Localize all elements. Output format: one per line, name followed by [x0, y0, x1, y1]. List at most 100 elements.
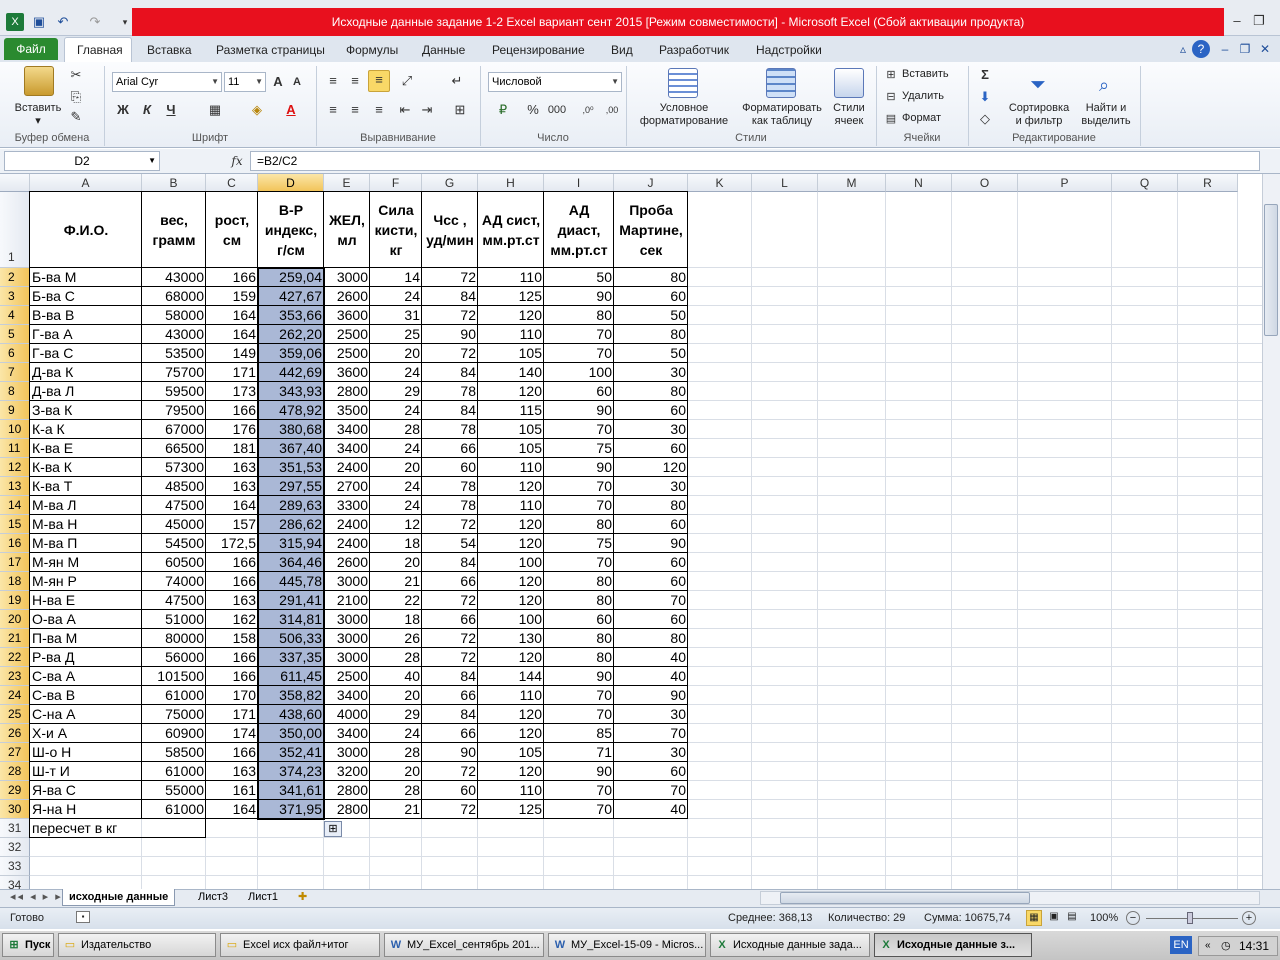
table-cell[interactable]: 3400 [324, 439, 370, 458]
excel-app-icon[interactable]: X [6, 13, 24, 31]
table-cell[interactable]: Б-ва С [30, 287, 142, 306]
table-cell[interactable]: 58000 [142, 306, 206, 325]
percent-icon[interactable]: % [524, 101, 542, 119]
table-cell[interactable]: 140 [478, 363, 544, 382]
table-cell[interactable]: 50 [614, 344, 688, 363]
row-header[interactable]: 10 [0, 420, 30, 439]
cut-icon[interactable]: ✂ [68, 66, 84, 84]
table-header-cell[interactable]: АД сист, мм.рт.ст [478, 192, 544, 268]
table-cell[interactable]: О-ва А [30, 610, 142, 629]
table-cell[interactable]: 337,35 [258, 648, 324, 667]
normal-view-icon[interactable]: ▦ [1026, 910, 1042, 926]
table-cell[interactable]: 47500 [142, 591, 206, 610]
table-cell[interactable]: 20 [370, 458, 422, 477]
table-cell[interactable]: 364,46 [258, 553, 324, 572]
table-cell[interactable]: 2800 [324, 382, 370, 401]
format-as-table-icon[interactable] [766, 68, 796, 98]
tab-addins[interactable]: Надстройки [756, 40, 822, 60]
orientation-icon[interactable]: ⤢ [396, 72, 418, 90]
column-header[interactable]: P [1018, 174, 1112, 192]
table-cell[interactable]: Я-ва С [30, 781, 142, 800]
row-header[interactable]: 14 [0, 496, 30, 515]
cell-styles-button[interactable]: Стили ячеек [826, 102, 872, 128]
table-cell[interactable]: 70 [544, 344, 614, 363]
row-header[interactable]: 27 [0, 743, 30, 762]
table-cell[interactable]: 359,06 [258, 344, 324, 363]
table-cell[interactable]: 3400 [324, 686, 370, 705]
table-cell[interactable]: 70 [544, 800, 614, 819]
table-cell[interactable]: 70 [544, 496, 614, 515]
insert-function-icon[interactable]: fx [226, 151, 248, 171]
table-cell[interactable]: 297,55 [258, 477, 324, 496]
table-cell[interactable]: 2600 [324, 553, 370, 572]
table-cell[interactable]: 70 [544, 781, 614, 800]
increase-indent-icon[interactable]: ⇥ [418, 101, 436, 119]
table-cell[interactable]: 170 [206, 686, 258, 705]
table-cell[interactable]: 3000 [324, 648, 370, 667]
table-cell[interactable]: Н-ва Е [30, 591, 142, 610]
taskbar-item[interactable]: W МУ_Excel_сентябрь 201... [384, 933, 544, 957]
table-header-cell[interactable]: вес, грамм [142, 192, 206, 268]
conditional-format-icon[interactable] [668, 68, 698, 98]
table-cell[interactable]: 427,67 [258, 287, 324, 306]
copy-icon[interactable]: ⎘ [68, 88, 84, 106]
column-header[interactable]: O [952, 174, 1018, 192]
tab-review[interactable]: Рецензирование [492, 40, 585, 60]
table-cell[interactable]: 24 [370, 496, 422, 515]
table-cell[interactable]: 2500 [324, 344, 370, 363]
table-cell[interactable]: 351,53 [258, 458, 324, 477]
table-cell[interactable]: 66 [422, 439, 478, 458]
column-header[interactable]: B [142, 174, 206, 192]
zoom-out-icon[interactable]: − [1126, 911, 1140, 925]
table-cell[interactable]: 60 [614, 553, 688, 572]
tab-page-layout[interactable]: Разметка страницы [216, 40, 325, 60]
table-cell[interactable]: 30 [614, 705, 688, 724]
table-cell[interactable]: М-ва П [30, 534, 142, 553]
table-cell[interactable]: 24 [370, 477, 422, 496]
table-cell[interactable]: 66 [422, 724, 478, 743]
table-cell[interactable]: 120 [478, 477, 544, 496]
table-cell[interactable]: 48500 [142, 477, 206, 496]
table-cell[interactable]: 68000 [142, 287, 206, 306]
table-cell[interactable]: 90 [544, 458, 614, 477]
format-as-table-button[interactable]: Форматировать как таблицу [738, 102, 826, 128]
fill-color-icon[interactable]: ◈ [246, 101, 268, 119]
font-size-combo[interactable]: 11 ▼ [224, 72, 266, 92]
tab-file[interactable]: Файл [4, 38, 58, 60]
column-header[interactable]: L [752, 174, 818, 192]
table-cell[interactable]: 61000 [142, 762, 206, 781]
column-header[interactable]: H [478, 174, 544, 192]
table-cell[interactable]: 100 [478, 610, 544, 629]
delete-cells-icon[interactable]: ⊟ [882, 88, 900, 106]
table-cell[interactable]: 110 [478, 325, 544, 344]
table-cell[interactable]: 130 [478, 629, 544, 648]
table-cell[interactable]: 70 [614, 781, 688, 800]
table-cell[interactable]: 40 [614, 648, 688, 667]
table-cell[interactable]: 3000 [324, 610, 370, 629]
table-cell[interactable]: 80 [614, 268, 688, 287]
macro-record-icon[interactable]: ▪ [76, 911, 90, 923]
table-cell[interactable]: 90 [544, 762, 614, 781]
table-cell[interactable]: 166 [206, 572, 258, 591]
table-cell[interactable]: 43000 [142, 325, 206, 344]
taskbar-item[interactable]: ▭ Excel исх файл+итог [220, 933, 380, 957]
recalc-label-cell[interactable]: пересчет в кг [30, 819, 206, 838]
table-cell[interactable]: 66500 [142, 439, 206, 458]
table-cell[interactable]: 70 [614, 724, 688, 743]
table-cell[interactable]: 289,63 [258, 496, 324, 515]
row-header[interactable]: 4 [0, 306, 30, 325]
column-header[interactable]: J [614, 174, 688, 192]
table-cell[interactable]: 18 [370, 534, 422, 553]
table-cell[interactable]: 352,41 [258, 743, 324, 762]
table-cell[interactable]: 70 [544, 420, 614, 439]
increase-decimal-icon[interactable]: ,0⁰ [578, 101, 598, 119]
help-icon[interactable]: ? [1192, 40, 1210, 58]
row-header[interactable]: 1 [0, 192, 30, 268]
table-cell[interactable]: 105 [478, 439, 544, 458]
table-cell[interactable]: 20 [370, 553, 422, 572]
row-header[interactable]: 25 [0, 705, 30, 724]
table-cell[interactable]: 125 [478, 287, 544, 306]
table-cell[interactable]: Б-ва М [30, 268, 142, 287]
tab-data[interactable]: Данные [422, 40, 465, 60]
table-cell[interactable]: 3000 [324, 743, 370, 762]
